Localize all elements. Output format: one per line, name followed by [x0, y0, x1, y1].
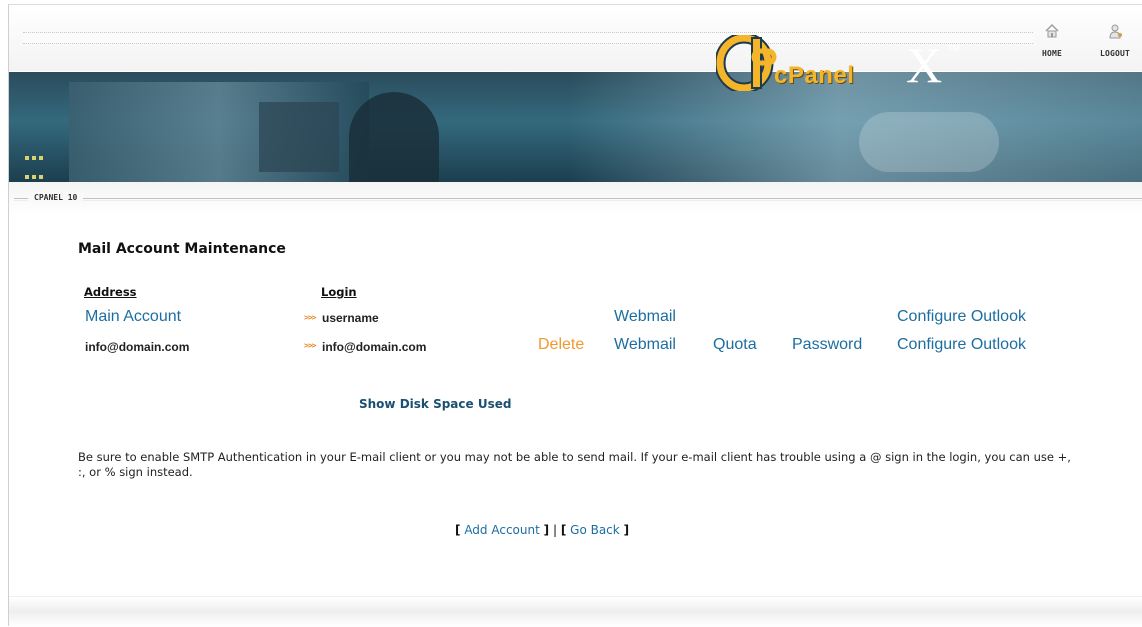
table-row: Main Account >>> username Webmail Config… — [0, 308, 1142, 330]
trademark: TM — [948, 44, 960, 53]
separator: | — [552, 523, 557, 537]
quota-link[interactable]: Quota — [713, 336, 757, 354]
cpanel-logo-text: cPanel — [774, 62, 855, 89]
header-banner — [9, 72, 1142, 182]
logout-label[interactable]: LOGOUT — [1090, 49, 1140, 58]
top-dotted-strip — [23, 32, 1033, 44]
banner-glow — [859, 112, 999, 172]
arrow-icon: >>> — [304, 341, 316, 350]
home-link[interactable]: HOME — [1027, 23, 1077, 58]
login-value: info@domain.com — [322, 340, 427, 354]
banner-decoration — [259, 102, 339, 172]
delete-link[interactable]: Delete — [538, 336, 584, 354]
page-title: Mail Account Maintenance — [78, 241, 286, 257]
column-header-login: Login — [321, 285, 357, 299]
bracket: [ — [560, 523, 567, 537]
arrow-icon: >>> — [304, 313, 316, 322]
webmail-link[interactable]: Webmail — [614, 308, 676, 326]
home-icon — [1045, 24, 1059, 38]
bottom-bar — [9, 596, 1142, 626]
footer-links: [ Add Account ] | [ Go Back ] — [455, 523, 629, 537]
banner-figure — [349, 92, 439, 182]
column-header-address: Address — [84, 285, 137, 299]
bracket: ] — [623, 523, 630, 537]
account-address: info@domain.com — [85, 340, 190, 354]
configure-outlook-link[interactable]: Configure Outlook — [897, 308, 1026, 326]
logout-link[interactable]: LOGOUT — [1090, 23, 1140, 58]
divider — [14, 198, 1142, 201]
table-row: info@domain.com >>> info@domain.com Dele… — [0, 336, 1142, 358]
webmail-link[interactable]: Webmail — [614, 336, 676, 354]
banner-dots — [25, 148, 51, 179]
banner-highlight — [569, 72, 1142, 182]
x-theme-mark: X — [906, 37, 943, 93]
show-disk-space-link[interactable]: Show Disk Space Used — [359, 397, 511, 411]
go-back-link[interactable]: Go Back — [570, 523, 620, 537]
main-account-link[interactable]: Main Account — [85, 308, 181, 326]
smtp-notice: Be sure to enable SMTP Authentication in… — [78, 450, 1071, 479]
version-label: CPANEL 10 — [28, 193, 84, 202]
add-account-link[interactable]: Add Account — [464, 523, 540, 537]
home-label[interactable]: HOME — [1027, 49, 1077, 58]
bracket: [ — [455, 523, 461, 537]
user-icon — [1109, 24, 1122, 39]
configure-outlook-link[interactable]: Configure Outlook — [897, 336, 1026, 354]
login-value: username — [322, 311, 379, 325]
password-link[interactable]: Password — [792, 336, 862, 354]
bracket: ] — [543, 523, 550, 537]
top-nav-bar: HOME LOGOUT — [9, 5, 1142, 71]
